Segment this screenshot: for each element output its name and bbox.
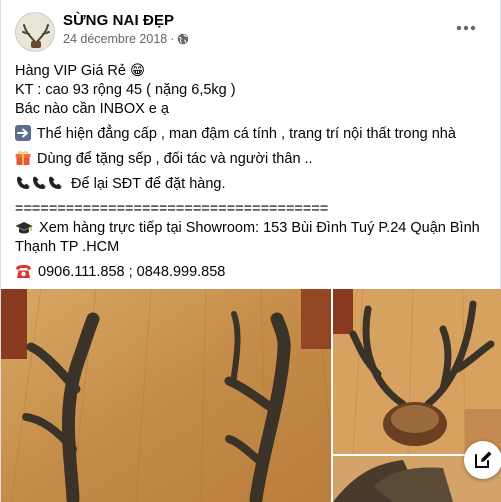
post-line-class-text: Thể hiện đẳng cấp , man đậm cá tính , tr… <box>36 126 456 142</box>
post-line-phone-text: Để lại SĐT để đặt hàng. <box>71 176 226 192</box>
post-line-city: Thạnh TP .HCM <box>15 239 120 255</box>
more-horizontal-icon <box>456 25 476 31</box>
edit-compose-icon <box>475 451 492 468</box>
post-line-inbox: Bác nào cần INBOX e ạ <box>15 101 169 117</box>
post-line-1-text: Hàng VIP Giá Rẻ <box>15 63 126 79</box>
antler-thumbnail-icon <box>16 13 54 51</box>
right-arrow-icon <box>15 125 31 141</box>
meta-dot: · <box>170 32 175 46</box>
post-meta: 24 décembre 2018 · <box>63 32 189 46</box>
post-line-1: Hàng VIP Giá Rẻ 😁 <box>15 62 485 81</box>
photo-main[interactable] <box>1 289 331 502</box>
post-line-showroom: Xem hàng trực tiếp tại Showroom: 153 Bùi… <box>15 219 485 238</box>
globe-icon[interactable] <box>177 33 189 45</box>
post-body: Hàng VIP Giá Rẻ 😁 KT : cao 93 rộng 45 ( … <box>15 62 485 282</box>
antler-photo-main <box>1 289 331 502</box>
post-line-class: Thể hiện đẳng cấp , man đậm cá tính , tr… <box>15 125 485 144</box>
grinning-emoji: 😁 <box>130 63 146 79</box>
compose-button[interactable] <box>464 441 501 479</box>
page-name[interactable]: SỪNG NAI ĐẸP <box>63 12 174 29</box>
post-card: SỪNG NAI ĐẸP 24 décembre 2018 · Hàng VIP… <box>0 0 501 502</box>
photo-grid <box>1 289 501 502</box>
post-date[interactable]: 24 décembre 2018 <box>63 32 167 46</box>
more-options-button[interactable] <box>452 18 480 38</box>
gift-icon <box>15 151 31 165</box>
graduation-cap-icon <box>15 222 33 234</box>
post-header: SỪNG NAI ĐẸP 24 décembre 2018 · <box>1 0 500 56</box>
phone-receiver-icon <box>17 176 62 189</box>
post-line-hotline-text: 0906.111.858 ; 0848.999.858 <box>38 264 226 280</box>
telephone-icon <box>16 265 31 278</box>
page-avatar[interactable] <box>15 12 55 52</box>
post-line-hotline: 0906.111.858 ; 0848.999.858 <box>15 263 485 282</box>
antler-photo-mounted <box>333 289 501 454</box>
post-line-gift-text: Dùng để tặng sếp , đối tác và người thân… <box>37 151 313 167</box>
post-line-size: KT : cao 93 rộng 45 ( nặng 6,5kg ) <box>15 82 236 98</box>
post-divider: ===================================== <box>15 201 329 217</box>
post-line-gift: Dùng để tặng sếp , đối tác và người thân… <box>15 150 485 169</box>
post-line-showroom-text: Xem hàng trực tiếp tại Showroom: 153 Bùi… <box>39 220 480 236</box>
photo-top-right[interactable] <box>333 289 501 454</box>
post-line-phone: Để lại SĐT để đặt hàng. <box>15 175 485 194</box>
